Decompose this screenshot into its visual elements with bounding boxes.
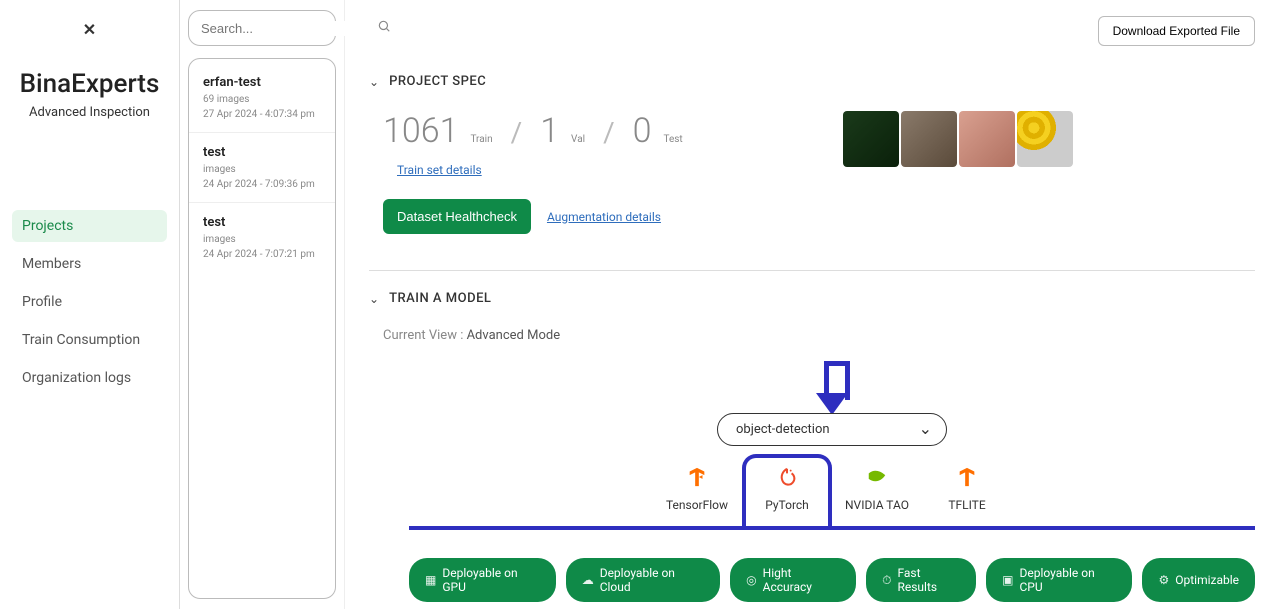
thumbnail-image[interactable]: [843, 111, 899, 167]
sidebar-item-train-consumption[interactable]: Train Consumption: [12, 324, 167, 356]
project-sub: 69 images: [203, 94, 321, 105]
projects-list: erfan-test 69 images 27 Apr 2024 - 4:07:…: [188, 58, 336, 599]
current-view-value: Advanced Mode: [467, 328, 561, 343]
tag-label: Deployable on Cloud: [600, 566, 704, 594]
search-input-wrap[interactable]: [188, 10, 336, 46]
tag-optimizable[interactable]: ⚙ Optimizable: [1142, 558, 1255, 602]
tflite-icon: [956, 466, 978, 488]
nvidia-icon: [866, 466, 888, 488]
thumbnail-image[interactable]: [901, 111, 957, 167]
project-sub: images: [203, 234, 321, 245]
sidebar-item-projects[interactable]: Projects: [12, 210, 167, 242]
section-train-model: ⌄ TRAIN A MODEL: [369, 291, 1255, 306]
val-count: 1: [540, 111, 559, 151]
framework-label: NVIDIA TAO: [845, 498, 909, 512]
framework-label: TensorFlow: [666, 498, 728, 512]
accuracy-icon: ◎: [746, 573, 756, 587]
test-count: 0: [633, 111, 652, 151]
dataset-thumbnails: [843, 111, 1073, 167]
count-separator: /: [511, 116, 523, 149]
search-input[interactable]: [201, 21, 377, 36]
project-date: 24 Apr 2024 - 7:07:21 pm: [203, 249, 321, 260]
tag-label: Fast Results: [897, 566, 960, 594]
optimize-icon: ⚙: [1158, 573, 1169, 587]
divider: [369, 270, 1255, 271]
dataset-healthcheck-button[interactable]: Dataset Healthcheck: [383, 199, 531, 234]
test-label: Test: [663, 134, 682, 145]
project-title: test: [203, 145, 321, 160]
project-item[interactable]: test images 24 Apr 2024 - 7:09:36 pm: [189, 133, 335, 203]
project-item[interactable]: test images 24 Apr 2024 - 7:07:21 pm: [189, 203, 335, 272]
chevron-down-icon[interactable]: ⌄: [369, 292, 379, 306]
chevron-down-icon[interactable]: ⌄: [369, 75, 379, 89]
count-separator: /: [603, 116, 615, 149]
search-icon: [377, 19, 391, 37]
framework-tab-pytorch[interactable]: PyTorch: [742, 454, 832, 526]
speed-icon: ⏱: [882, 573, 891, 588]
nav: Projects Members Profile Train Consumpti…: [12, 210, 167, 394]
close-icon[interactable]: ✕: [83, 20, 96, 39]
section-title: PROJECT SPEC: [389, 74, 486, 89]
task-type-value: object-detection: [736, 422, 830, 437]
thumbnail-image[interactable]: [1017, 111, 1073, 167]
project-title: test: [203, 215, 321, 230]
capability-tags: ▦Deployable on GPU ☁Deployable on Cloud …: [409, 558, 1255, 602]
train-label: Train: [470, 134, 492, 145]
framework-label: PyTorch: [765, 498, 809, 512]
section-title: TRAIN A MODEL: [389, 291, 491, 306]
gpu-icon: ▦: [425, 573, 436, 587]
cpu-icon: ▣: [1002, 573, 1013, 587]
project-sub: images: [203, 164, 321, 175]
task-type-select[interactable]: object-detection: [717, 413, 947, 446]
tag-deployable-gpu[interactable]: ▦ Deployable on GPU: [409, 558, 556, 602]
tag-label: Deployable on GPU: [442, 566, 539, 594]
project-date: 24 Apr 2024 - 7:09:36 pm: [203, 179, 321, 190]
thumbnail-image[interactable]: [959, 111, 1015, 167]
sidebar: ✕ BinaExperts Advanced Inspection Projec…: [0, 0, 180, 609]
sidebar-item-members[interactable]: Members: [12, 248, 167, 280]
section-project-spec: ⌄ PROJECT SPEC: [369, 74, 1255, 89]
current-view-label: Current View :: [383, 328, 463, 343]
project-title: erfan-test: [203, 75, 321, 90]
cloud-icon: ☁: [582, 573, 594, 587]
sidebar-item-profile[interactable]: Profile: [12, 286, 167, 318]
tag-deployable-cpu[interactable]: ▣ Deployable on CPU: [986, 558, 1132, 602]
dataset-counts: 1061 Train / 1 Val / 0 Test: [383, 111, 683, 151]
project-date: 27 Apr 2024 - 4:07:34 pm: [203, 109, 321, 120]
download-exported-file-button[interactable]: Download Exported File: [1098, 16, 1255, 46]
tag-label: Deployable on CPU: [1019, 566, 1116, 594]
framework-tab-nvidia-tao[interactable]: NVIDIA TAO: [832, 454, 922, 526]
val-label: Val: [571, 134, 585, 145]
framework-tab-tflite[interactable]: TFLITE: [922, 454, 1012, 526]
pytorch-icon: [776, 466, 798, 488]
tag-deployable-cloud[interactable]: ☁ Deployable on Cloud: [566, 558, 720, 602]
current-view: Current View : Advanced Mode: [369, 328, 1255, 343]
projects-panel: erfan-test 69 images 27 Apr 2024 - 4:07:…: [180, 0, 345, 609]
main-content: Download Exported File ⌄ PROJECT SPEC 10…: [345, 0, 1267, 609]
train-set-details-link[interactable]: Train set details: [397, 163, 683, 177]
framework-tab-tensorflow[interactable]: TensorFlow: [652, 454, 742, 526]
tag-label: Optimizable: [1175, 573, 1239, 587]
tag-label: Hight Accuracy: [763, 566, 840, 594]
brand-title: BinaExperts: [12, 69, 167, 99]
tag-fast-results[interactable]: ⏱ Fast Results: [866, 558, 976, 602]
sidebar-item-organization-logs[interactable]: Organization logs: [12, 362, 167, 394]
tensorflow-icon: [686, 466, 708, 488]
arrow-down-icon: [816, 361, 848, 419]
project-item[interactable]: erfan-test 69 images 27 Apr 2024 - 4:07:…: [189, 63, 335, 133]
framework-label: TFLITE: [948, 498, 985, 512]
train-count: 1061: [383, 111, 458, 151]
framework-tabs: TensorFlow PyTorch NVIDIA TAO TFLITE: [409, 454, 1255, 530]
brand-subtitle: Advanced Inspection: [12, 105, 167, 120]
tag-high-accuracy[interactable]: ◎ Hight Accuracy: [730, 558, 856, 602]
augmentation-details-link[interactable]: Augmentation details: [547, 210, 661, 224]
